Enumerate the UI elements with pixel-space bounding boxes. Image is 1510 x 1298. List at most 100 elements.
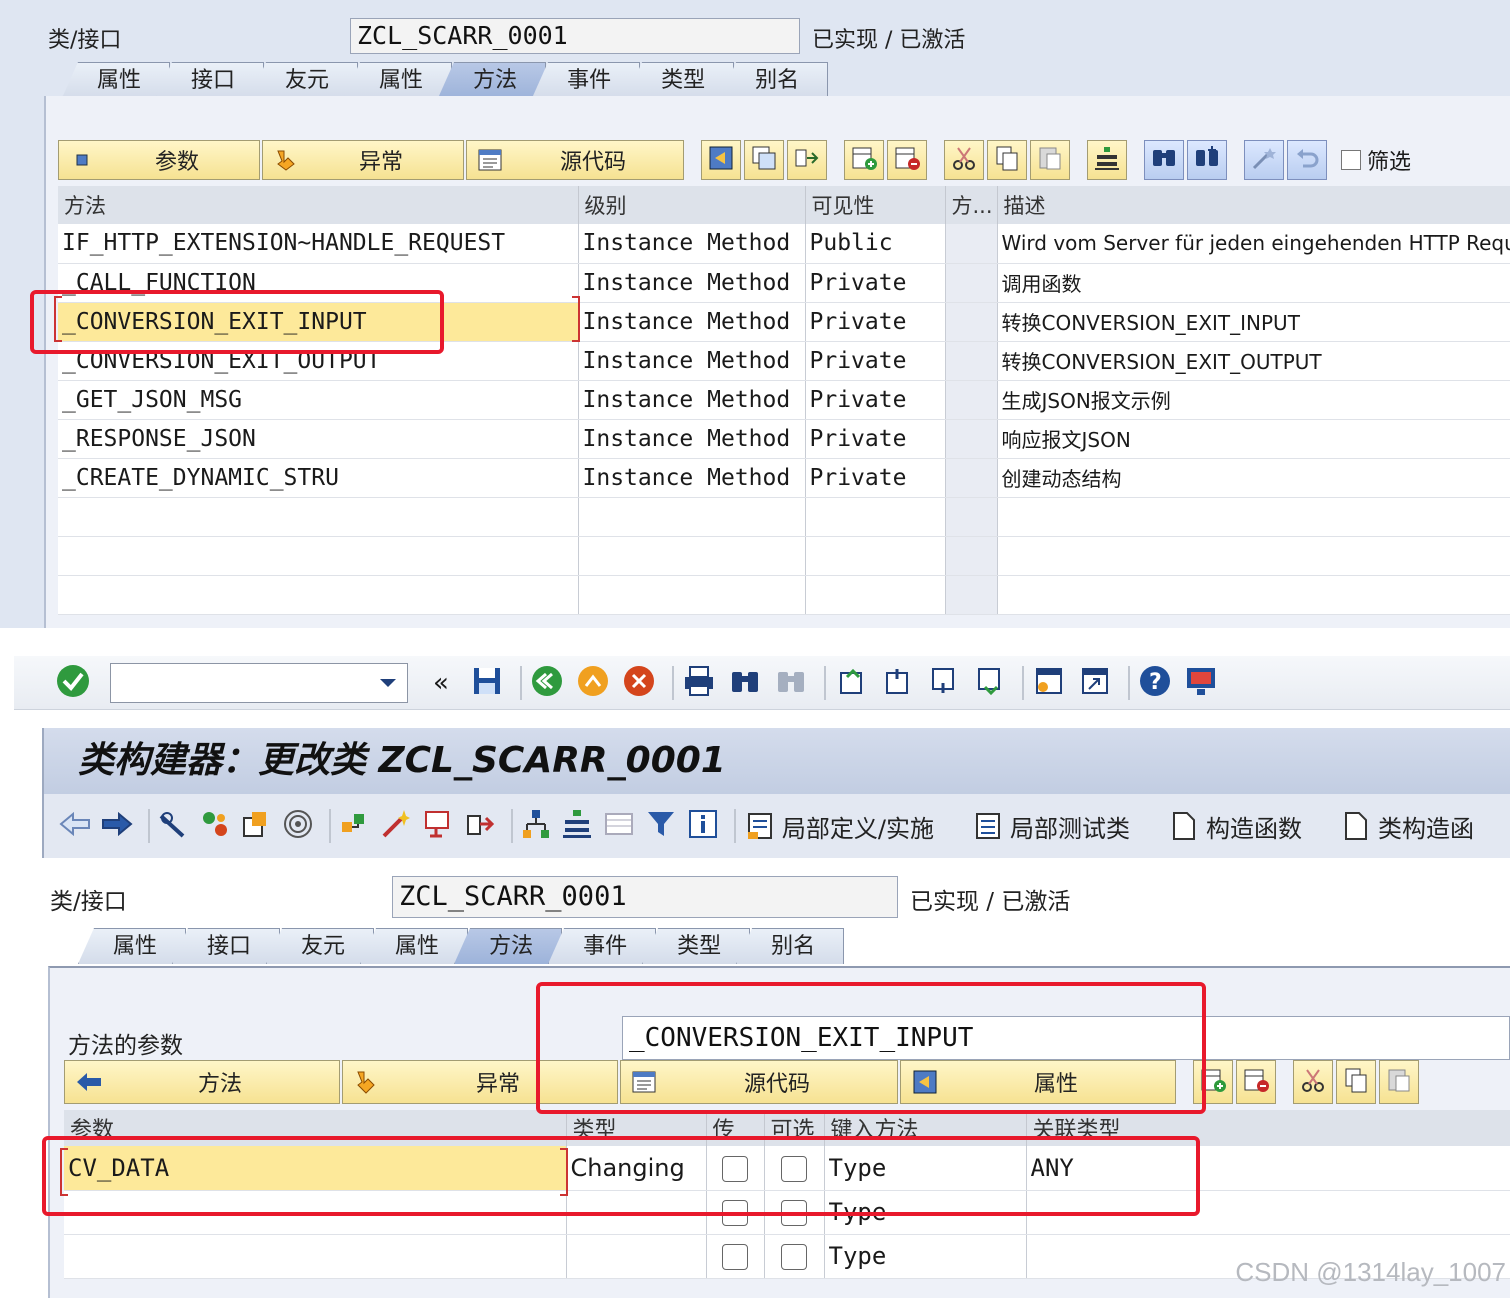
activate-button[interactable] <box>239 808 273 844</box>
dropdown-arrow-icon[interactable] <box>379 673 397 692</box>
tab-1[interactable]: 属性 <box>78 928 187 964</box>
method-level-cell[interactable]: Instance Method <box>578 224 806 264</box>
method-name-cell[interactable]: _CONVERSION_EXIT_OUTPUT <box>58 341 579 381</box>
method-name-field[interactable]: _CONVERSION_EXIT_INPUT <box>622 1016 1510 1060</box>
method-visibility-cell[interactable]: Public <box>805 224 946 264</box>
cancel-button[interactable] <box>620 664 658 702</box>
checkbox[interactable] <box>721 1155 748 1182</box>
paste-button[interactable] <box>1030 140 1070 180</box>
empty-cell[interactable] <box>578 536 806 576</box>
empty-cell[interactable] <box>945 536 998 576</box>
parameter-name-cell[interactable]: CV_DATA <box>64 1146 567 1191</box>
copy-method-icon-button[interactable] <box>744 140 784 180</box>
copy-button[interactable] <box>987 140 1027 180</box>
checkbox[interactable] <box>780 1200 807 1226</box>
layout-menu-button[interactable] <box>1182 664 1220 702</box>
table-row[interactable]: _GET_JSON_MSG Instance Method Private 生成JSO… <box>58 380 1510 420</box>
info-button[interactable] <box>686 808 720 844</box>
paste-button[interactable] <box>1379 1060 1419 1104</box>
method-visibility-cell[interactable]: Private <box>805 380 946 420</box>
forward-nav-button[interactable] <box>100 808 134 844</box>
method-type-cell[interactable] <box>945 224 998 264</box>
method-description-cell[interactable]: 响应报文JSON <box>997 419 1510 459</box>
parameters-button[interactable]: 参数 <box>58 140 260 180</box>
empty-cell[interactable] <box>805 497 946 537</box>
col-parameter[interactable]: 参数 <box>64 1110 567 1146</box>
next-page-button[interactable] <box>924 664 962 702</box>
constructor-button[interactable]: 构造函数 <box>1166 808 1302 844</box>
method-name-cell[interactable]: _RESPONSE_JSON <box>58 419 579 459</box>
method-description-cell[interactable]: 调用函数 <box>997 263 1510 303</box>
first-page-button[interactable] <box>832 664 870 702</box>
table-row[interactable]: CV_DATA Changing Type ANY <box>64 1146 1510 1191</box>
parameter-type-cell[interactable]: Changing <box>566 1146 707 1191</box>
method-description-cell[interactable]: 转换CONVERSION_EXIT_INPUT <box>997 302 1510 342</box>
class-name-field[interactable]: ZCL_SCARR_0001 <box>350 18 800 54</box>
method-level-cell[interactable]: Instance Method <box>578 263 806 303</box>
list-button[interactable] <box>602 808 636 844</box>
method-name-cell[interactable]: _CREATE_DYNAMIC_STRU <box>58 458 579 498</box>
col-level[interactable]: 级别 <box>578 186 806 224</box>
class-constructor-button[interactable]: 类构造函 <box>1338 808 1474 844</box>
tab-7[interactable]: 类型 <box>642 928 751 964</box>
method-name-cell[interactable]: IF_HTTP_EXTENSION~HANDLE_REQUEST <box>58 224 579 264</box>
col-visibility[interactable]: 可见性 <box>805 186 946 224</box>
parameter-type-cell[interactable] <box>566 1234 707 1279</box>
optional-checkbox[interactable] <box>764 1190 825 1235</box>
tab-6[interactable]: 事件 <box>532 62 641 98</box>
table-row[interactable]: _RESPONSE_JSON Instance Method Private 响应报文… <box>58 419 1510 459</box>
method-type-cell[interactable] <box>945 380 998 420</box>
copy-button[interactable] <box>1336 1060 1376 1104</box>
exceptions-button[interactable]: 异常 <box>342 1060 618 1104</box>
print-button[interactable] <box>680 664 718 702</box>
empty-cell[interactable] <box>805 575 946 615</box>
insert-row-button[interactable] <box>844 140 884 180</box>
transfer-button[interactable] <box>463 808 497 844</box>
move-method-icon-button[interactable] <box>787 140 827 180</box>
empty-cell[interactable] <box>945 497 998 537</box>
display-object-button[interactable] <box>421 808 455 844</box>
enter-button[interactable] <box>54 664 92 702</box>
empty-cell[interactable] <box>945 575 998 615</box>
cut-button[interactable] <box>944 140 984 180</box>
display-change-button[interactable] <box>156 808 190 844</box>
delete-row-button[interactable] <box>1236 1060 1276 1104</box>
object-list-button[interactable] <box>337 808 371 844</box>
col-optional[interactable]: 可选 <box>764 1110 825 1146</box>
parameter-name-cell[interactable] <box>64 1190 567 1235</box>
method-name-cell[interactable]: _GET_JSON_MSG <box>58 380 579 420</box>
empty-cell[interactable] <box>58 536 579 576</box>
shortcut-button[interactable] <box>1076 664 1114 702</box>
checkbox[interactable] <box>721 1244 748 1270</box>
associated-type-cell[interactable]: ANY <box>1026 1146 1510 1191</box>
method-name-cell[interactable]: _CALL_FUNCTION <box>58 263 579 303</box>
command-field[interactable] <box>110 662 408 703</box>
typing-method-cell[interactable]: Type <box>824 1234 1027 1279</box>
help-button[interactable]: ? <box>1136 664 1174 702</box>
source-code-button[interactable]: 源代码 <box>466 140 684 180</box>
method-description-cell[interactable]: 转换CONVERSION_EXIT_OUTPUT <box>997 341 1510 381</box>
empty-cell[interactable] <box>997 575 1510 615</box>
empty-cell[interactable] <box>578 497 806 537</box>
find-next-button[interactable] <box>1187 140 1227 180</box>
save-button[interactable] <box>468 664 506 702</box>
filter-button[interactable] <box>644 808 678 844</box>
tab-2[interactable]: 接口 <box>156 62 265 98</box>
layout-button[interactable] <box>560 808 594 844</box>
checkbox[interactable] <box>780 1155 807 1182</box>
check-syntax-button[interactable] <box>198 808 232 844</box>
empty-cell[interactable] <box>805 536 946 576</box>
table-row[interactable]: _CONVERSION_EXIT_OUTPUT Instance Method Pr… <box>58 341 1510 381</box>
method-description-cell[interactable]: 生成JSON报文示例 <box>997 380 1510 420</box>
checkbox[interactable] <box>780 1244 807 1270</box>
new-session-button[interactable] <box>1030 664 1068 702</box>
last-page-button[interactable] <box>970 664 1008 702</box>
empty-cell[interactable] <box>58 497 579 537</box>
table-row[interactable]: _CONVERSION_EXIT_INPUT Instance Method Pri… <box>58 302 1510 342</box>
previous-page-button[interactable] <box>878 664 916 702</box>
method-level-cell[interactable]: Instance Method <box>578 419 806 459</box>
method-description-cell[interactable]: 创建动态结构 <box>997 458 1510 498</box>
where-used-button[interactable] <box>281 808 315 844</box>
table-row[interactable]: IF_HTTP_EXTENSION~HANDLE_REQUEST Instance… <box>58 224 1510 264</box>
local-definitions-button[interactable]: 局部定义/实施 <box>742 808 934 844</box>
